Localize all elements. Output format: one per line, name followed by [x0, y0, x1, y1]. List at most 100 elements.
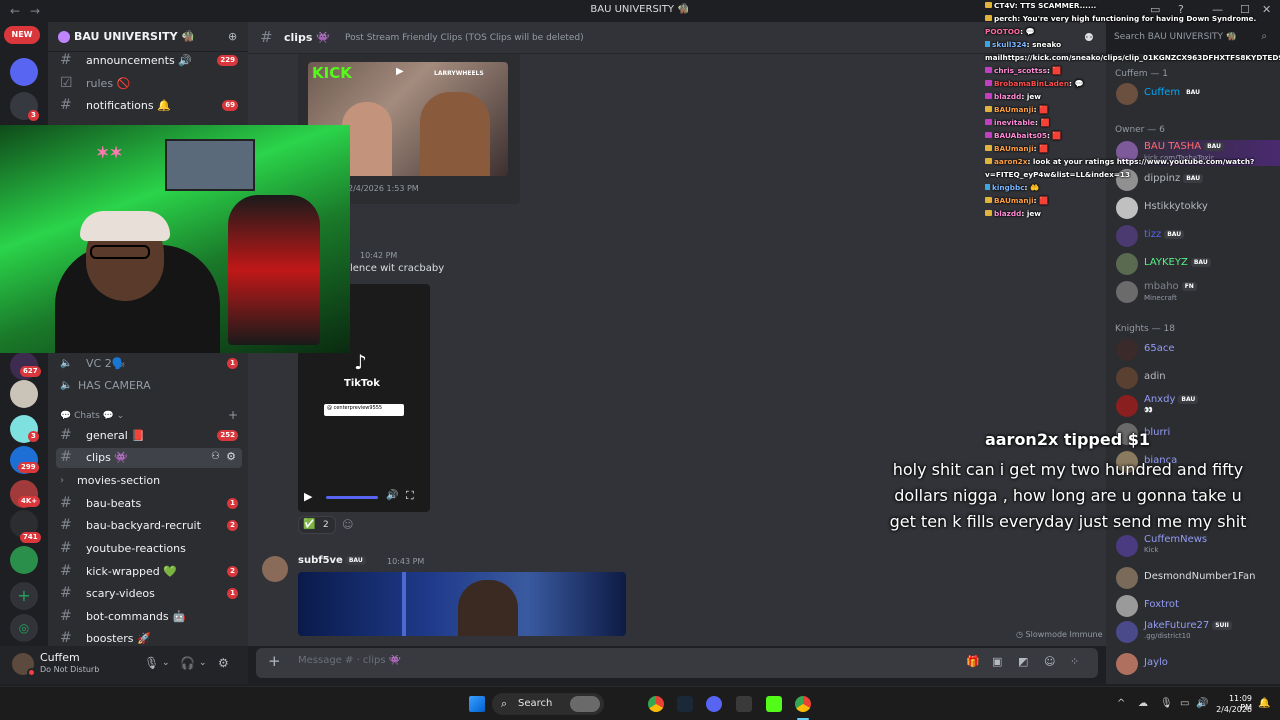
channel-label: rules 🚫	[86, 77, 131, 90]
member-group-header: Knights — 18	[1115, 324, 1175, 334]
direct-messages-icon[interactable]	[10, 58, 38, 86]
fullscreen-icon[interactable]: ⛶	[406, 489, 414, 503]
channel-label: bau-backyard-recruit	[86, 519, 201, 532]
member-item[interactable]: DesmondNumber1Fan	[1114, 566, 1280, 592]
taskbar-search[interactable]: ⌕ Search	[492, 693, 604, 715]
message-input[interactable]	[298, 655, 898, 666]
headphones-icon[interactable]: 🎧	[180, 656, 195, 670]
channel-movies-section[interactable]: › movies-section	[56, 471, 242, 491]
play-icon[interactable]: ▶	[396, 66, 404, 77]
channel-boosters[interactable]: # boosters 🚀	[56, 629, 242, 646]
channel-general[interactable]: # general 📕 252	[56, 426, 242, 446]
channel-kick-wrapped[interactable]: # kick-wrapped 💚 2	[56, 562, 242, 582]
member-item[interactable]: Jaylo	[1114, 652, 1280, 678]
search-icon: ⌕	[501, 697, 508, 710]
channel-bot-commands[interactable]: # bot-commands 🤖	[56, 607, 242, 627]
video-progress-bar[interactable]	[326, 496, 378, 499]
volume-icon[interactable]: 🔊	[386, 490, 398, 501]
apps-icon[interactable]: ⁘	[1070, 655, 1079, 668]
server-icon[interactable]	[10, 546, 38, 574]
channel-label: general 📕	[86, 429, 146, 442]
chevron-down-icon[interactable]: ⌄	[162, 658, 170, 668]
server-header[interactable]: BAU UNIVERSITY 🧌 ⌄ ⊕	[48, 22, 248, 52]
member-item[interactable]: tizz BAU	[1114, 224, 1280, 250]
windows-start-icon[interactable]	[469, 696, 485, 712]
gear-icon[interactable]: ⚙	[218, 656, 229, 670]
chat-line: v=FITEQ_eyP4w&list=LL&index=13	[985, 170, 1280, 179]
steam-icon[interactable]	[677, 696, 693, 712]
gear-icon[interactable]: ⚙	[226, 450, 236, 463]
server-icon[interactable]	[10, 380, 38, 408]
member-item[interactable]: 65ace	[1114, 338, 1280, 364]
video-thumbnail[interactable]	[298, 572, 626, 636]
unread-count-badge: 1	[227, 498, 238, 509]
member-item[interactable]: JakeFuture27 SUII .gg/district10	[1114, 620, 1280, 646]
member-item[interactable]: Foxtrot	[1114, 594, 1280, 620]
emoji-icon[interactable]: ☺	[1044, 655, 1055, 668]
member-item[interactable]: mbaho FN Minecraft	[1114, 280, 1280, 306]
channel-scary-videos[interactable]: # scary-videos 1	[56, 584, 242, 604]
channel-rules[interactable]: ☑ rules 🚫	[56, 74, 242, 94]
chevron-right-icon: ›	[60, 475, 64, 486]
channel-announcements[interactable]: # announcements 🔊 229	[56, 51, 242, 71]
member-name: tizz BAU	[1144, 229, 1185, 240]
chevron-down-icon[interactable]: ⌄	[199, 658, 207, 668]
app-icon[interactable]	[736, 696, 752, 712]
message-list: KICK ▶ LARRYWHEELS 2/4/2026 1:53 PM 10:4…	[248, 54, 1106, 646]
microphone-icon[interactable]: 🎙	[1160, 698, 1173, 709]
clip-overlay-text: LARRYWHEELS	[434, 70, 484, 77]
channel-clips[interactable]: # clips 👾 ⚇ ⚙	[56, 448, 242, 468]
chevron-up-icon[interactable]: ^	[1117, 698, 1125, 709]
microphone-icon[interactable]: 🎙	[144, 656, 159, 670]
add-reaction-icon[interactable]: ☺	[342, 518, 353, 531]
member-item[interactable]: adin	[1114, 366, 1280, 392]
voice-channel-vc2[interactable]: 🔈 VC 2🗣️ 1	[56, 354, 242, 374]
chat-line: BAUmanji: 🟥	[985, 144, 1280, 153]
member-name-text: JakeFuture27	[1144, 620, 1210, 631]
gif-icon[interactable]: ▣	[992, 655, 1002, 668]
user-name[interactable]: Cuffem	[40, 651, 80, 664]
chat-line: BrobamaBinLaden: 💬	[985, 79, 1280, 88]
gift-icon[interactable]: 🎁	[966, 655, 980, 668]
category-chats[interactable]: 💬 Chats 💬 ⌄	[60, 411, 124, 421]
chevron-down-icon: ⌄	[180, 30, 189, 41]
chrome-icon[interactable]	[795, 696, 811, 712]
role-tag: BAU	[1190, 258, 1211, 267]
channel-notifications[interactable]: # notifications 🔔 69	[56, 96, 242, 116]
member-item[interactable]: CuffemNews Kick	[1114, 534, 1280, 560]
onedrive-icon[interactable]: ☁	[1138, 698, 1148, 709]
member-item[interactable]: Anxdy BAU 👀	[1114, 394, 1280, 420]
channel-bau-backyard-recruit[interactable]: # bau-backyard-recruit 2	[56, 516, 242, 536]
role-tag: FN	[1181, 282, 1197, 291]
chat-username: blazdd	[994, 209, 1022, 218]
sticker-icon[interactable]: ◩	[1018, 655, 1028, 668]
create-channel-icon[interactable]: +	[228, 408, 238, 422]
discover-icon[interactable]: ◎	[10, 614, 38, 642]
chrome-icon[interactable]	[648, 696, 664, 712]
member-name: Anxdy BAU	[1144, 394, 1199, 405]
new-unreads-pill[interactable]: NEW	[4, 26, 40, 44]
channel-topic[interactable]: Post Stream Friendly Clips (TOS Clips wi…	[345, 33, 584, 43]
message-author[interactable]: subf5ve BAU	[298, 555, 366, 566]
voice-channel-has-camera[interactable]: 🔈 HAS CAMERA	[56, 376, 242, 396]
channel-youtube-reactions[interactable]: # youtube-reactions	[56, 539, 242, 559]
chat-text: mailhttps://kick.com/sneako/clips/clip_0…	[985, 53, 1280, 62]
app-icon[interactable]	[766, 696, 782, 712]
channel-bau-beats[interactable]: # bau-beats 1	[56, 494, 242, 514]
add-server-icon[interactable]: +	[10, 582, 38, 610]
add-member-icon[interactable]: ⊕	[228, 30, 237, 43]
clock-date[interactable]: 2/4/2026	[1216, 705, 1252, 714]
member-item[interactable]: LAYKEYZ BAU	[1114, 252, 1280, 278]
invite-icon[interactable]: ⚇	[211, 451, 220, 462]
chat-username: POOTOO	[985, 27, 1021, 36]
play-icon[interactable]: ▶	[304, 490, 312, 503]
message-text: lence wit cracbaby	[350, 263, 445, 274]
volume-icon[interactable]: 🔊	[1196, 698, 1208, 709]
attach-plus-icon[interactable]: +	[268, 652, 281, 670]
discord-icon[interactable]	[706, 696, 722, 712]
notification-bell-icon[interactable]: 🔔	[1258, 698, 1270, 709]
reaction-chip[interactable]: ✅ 2	[298, 516, 336, 534]
wifi-icon[interactable]: ▭	[1180, 698, 1189, 709]
tiktok-icon: ♪	[354, 350, 367, 374]
avatar[interactable]	[262, 556, 288, 582]
